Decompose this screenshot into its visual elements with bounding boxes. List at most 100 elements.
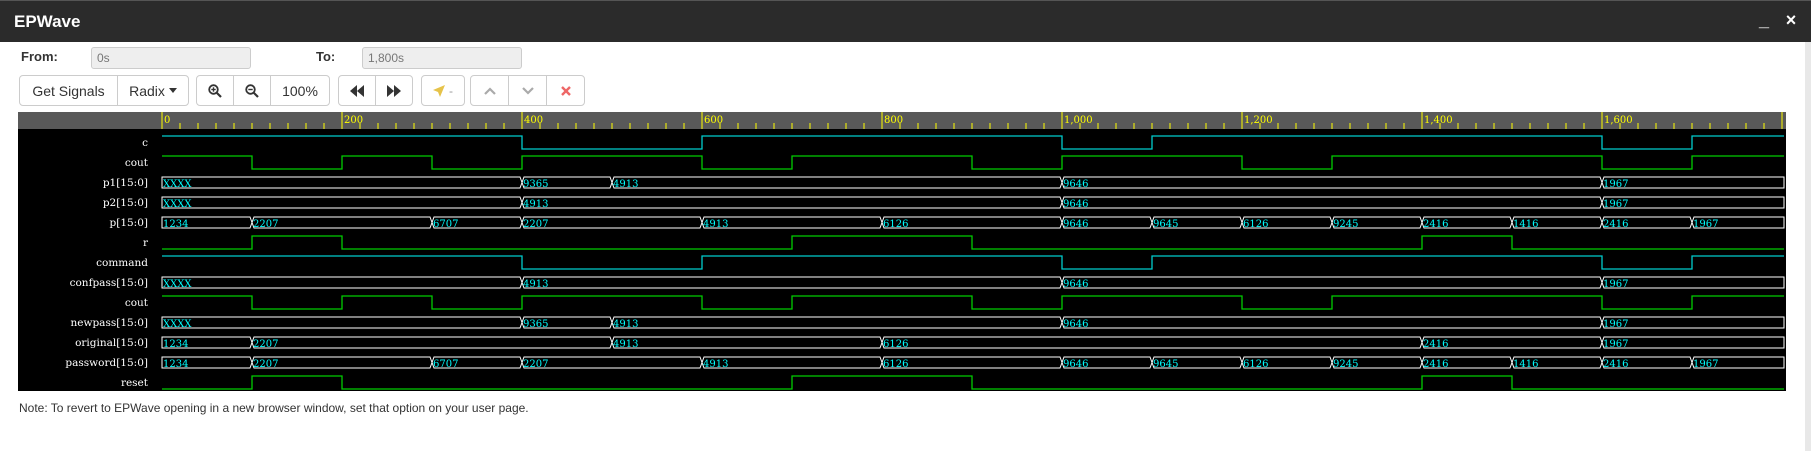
bus-value: 2416 xyxy=(1423,339,1448,350)
signal-trace xyxy=(162,235,1784,250)
zoom-level-button[interactable]: 100% xyxy=(270,75,330,106)
signals-button-group: Get Signals Radix xyxy=(19,75,189,106)
bus-segment xyxy=(1421,336,1603,349)
ruler-tick-label: 1,000 xyxy=(1064,115,1093,126)
bus-segment xyxy=(521,356,703,369)
bus-value: 6126 xyxy=(1243,219,1268,230)
bus-value: 1416 xyxy=(1513,359,1538,370)
close-button[interactable]: × xyxy=(1781,9,1801,31)
bus-value: 6707 xyxy=(433,359,458,370)
bus-segment xyxy=(1601,316,1785,329)
first-edge-icon xyxy=(350,84,364,97)
bus-value: 2207 xyxy=(523,359,548,370)
bus-segment xyxy=(1601,336,1785,349)
signal-name: confpass[15:0] xyxy=(70,277,148,289)
signal-trace xyxy=(162,135,1784,150)
delete-marker-button[interactable] xyxy=(546,75,585,106)
signal-name: password[15:0] xyxy=(65,357,148,369)
bus-value: 1234 xyxy=(163,359,188,370)
bus-value: 9646 xyxy=(1063,199,1088,210)
bus-segment xyxy=(521,276,1063,289)
waveform-panel[interactable]: 0 200 400 600 800 1,000 1,200 1,400 1,600 c cout p1… xyxy=(18,112,1786,391)
bus-value: 9646 xyxy=(1063,179,1088,190)
minimize-button[interactable]: _ xyxy=(1754,9,1774,31)
bus-value: 4913 xyxy=(523,279,548,290)
bus-value: 1967 xyxy=(1603,319,1628,330)
bus-value: 2416 xyxy=(1603,219,1628,230)
bus-segment xyxy=(161,196,523,209)
to-input[interactable] xyxy=(362,47,522,69)
signal-name: cout xyxy=(125,157,149,169)
signal-trace xyxy=(162,255,1784,270)
bus-value: 6126 xyxy=(883,359,908,370)
bus-value: 6707 xyxy=(433,219,458,230)
bus-value: 4913 xyxy=(613,319,638,330)
next-marker-button[interactable] xyxy=(508,75,547,106)
radix-label: Radix xyxy=(129,82,165,99)
waveform-canvas[interactable]: 0 200 400 600 800 1,000 1,200 1,400 1,600 c cout p1… xyxy=(18,112,1786,391)
bus-value: 1967 xyxy=(1693,359,1718,370)
from-input[interactable] xyxy=(91,47,251,69)
vertical-scrollbar[interactable] xyxy=(1805,42,1811,451)
signal-name: r xyxy=(143,237,149,249)
bus-value: 2416 xyxy=(1423,219,1448,230)
ruler-tick-label: 0 xyxy=(164,115,170,126)
ruler-tick-label: 400 xyxy=(524,115,543,126)
zoom-in-icon xyxy=(208,83,222,98)
bus-value: 9365 xyxy=(523,319,548,330)
bus-value: 9365 xyxy=(523,179,548,190)
ruler-tick-label: 1,400 xyxy=(1424,115,1453,126)
bus-segment xyxy=(161,276,523,289)
bus-value: XXXX xyxy=(163,319,192,330)
get-signals-button[interactable]: Get Signals xyxy=(19,75,118,106)
signal-name: command xyxy=(96,257,148,269)
bus-segment xyxy=(1601,196,1785,209)
signal-name: p1[15:0] xyxy=(103,177,148,189)
bus-segment xyxy=(521,216,703,229)
bus-value: 4913 xyxy=(703,219,728,230)
bus-value: 4913 xyxy=(523,199,548,210)
radix-dropdown[interactable]: Radix xyxy=(117,75,189,106)
to-label: To: xyxy=(316,49,336,64)
zoom-out-button[interactable] xyxy=(233,75,271,106)
app-title: EPWave xyxy=(14,12,81,31)
marker-dash: - xyxy=(449,83,453,98)
bus-segment xyxy=(701,356,883,369)
bus-value: 9245 xyxy=(1333,219,1358,230)
bus-segment xyxy=(1601,176,1785,189)
prev-marker-button[interactable] xyxy=(470,75,509,106)
bus-value: 9646 xyxy=(1063,219,1088,230)
cursor-icon xyxy=(433,84,445,97)
bus-value: 1967 xyxy=(1603,279,1628,290)
bus-segment xyxy=(881,356,1063,369)
bus-value: XXXX xyxy=(163,279,192,290)
bus-segment xyxy=(161,316,523,329)
note-text: Note: To revert to EPWave opening in a n… xyxy=(19,401,529,415)
zoom-in-button[interactable] xyxy=(196,75,234,106)
marker-cursor-button[interactable]: - xyxy=(421,75,465,106)
bus-segment xyxy=(1061,276,1603,289)
bus-value: 9645 xyxy=(1153,359,1178,370)
bus-value: 2416 xyxy=(1603,359,1628,370)
bus-value: 1967 xyxy=(1603,179,1628,190)
bus-segment xyxy=(881,216,1063,229)
first-edge-button[interactable] xyxy=(338,75,376,106)
chevron-up-icon xyxy=(483,86,496,95)
bus-value: 9646 xyxy=(1063,319,1088,330)
bus-segment xyxy=(611,176,1063,189)
bus-value: 1416 xyxy=(1513,219,1538,230)
signal-name: p[15:0] xyxy=(110,217,149,229)
bus-value: 2207 xyxy=(253,339,278,350)
bus-segment xyxy=(161,176,523,189)
signal-trace xyxy=(162,375,1784,390)
navigate-button-group xyxy=(338,75,413,106)
last-edge-button[interactable] xyxy=(375,75,413,106)
bus-segment xyxy=(1061,196,1603,209)
bus-segment xyxy=(881,336,1423,349)
bus-segment xyxy=(251,216,433,229)
bus-value: 4913 xyxy=(613,339,638,350)
caret-down-icon xyxy=(168,88,177,93)
marker-nav-button-group xyxy=(470,75,585,106)
zoom-button-group: 100% xyxy=(196,75,330,106)
ruler-tick-label: 600 xyxy=(704,115,723,126)
